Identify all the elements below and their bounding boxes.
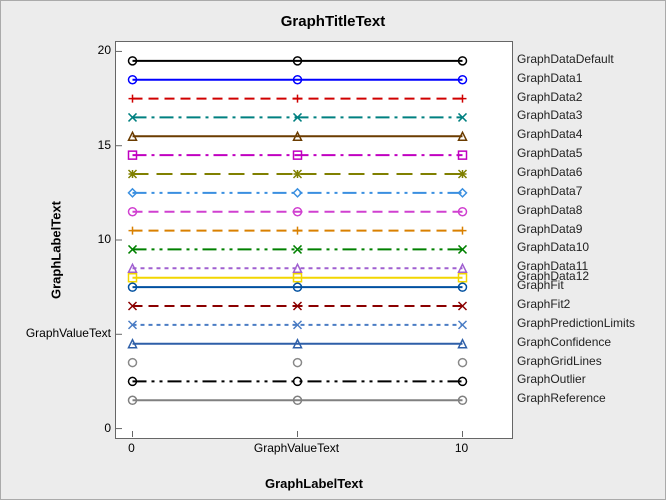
series-label: GraphConfidence [517,335,611,349]
series-label: GraphData1 [517,71,582,85]
y-tick-label: 10 [98,232,111,246]
series-label: GraphData8 [517,203,582,217]
series-label: GraphData7 [517,184,582,198]
series-label: GraphData9 [517,222,582,236]
chart-title: GraphTitleText [1,13,665,30]
series-label: GraphData6 [517,165,582,179]
y-axis-label: GraphLabelText [49,201,64,299]
plot-area [115,41,513,439]
series-label: GraphOutlier [517,372,586,386]
series-label: GraphGridLines [517,354,602,368]
series-label: GraphDataDefault [517,52,614,66]
series-label: GraphFit [517,278,564,292]
chart-container: GraphTitleText GraphLabelText GraphLabel… [0,0,666,500]
series-label: GraphFit2 [517,297,570,311]
series-label: GraphData5 [517,146,582,160]
plot-svg [116,42,512,438]
series-label: GraphData10 [517,240,589,254]
y-tick-label: 15 [98,138,111,152]
series-label: GraphPredictionLimits [517,316,635,330]
y-tick-label: 0 [104,421,111,435]
series-label: GraphData2 [517,90,582,104]
y-tick-label: GraphValueText [26,326,111,340]
series-label: GraphData4 [517,127,582,141]
series-label: GraphData3 [517,108,582,122]
x-axis-label: GraphLabelText [115,476,513,491]
x-tick-label: GraphValueText [254,441,339,455]
series-label: GraphReference [517,391,606,405]
y-tick-label: 20 [98,43,111,57]
x-tick-label: 0 [128,441,135,455]
x-tick-label: 10 [455,441,468,455]
